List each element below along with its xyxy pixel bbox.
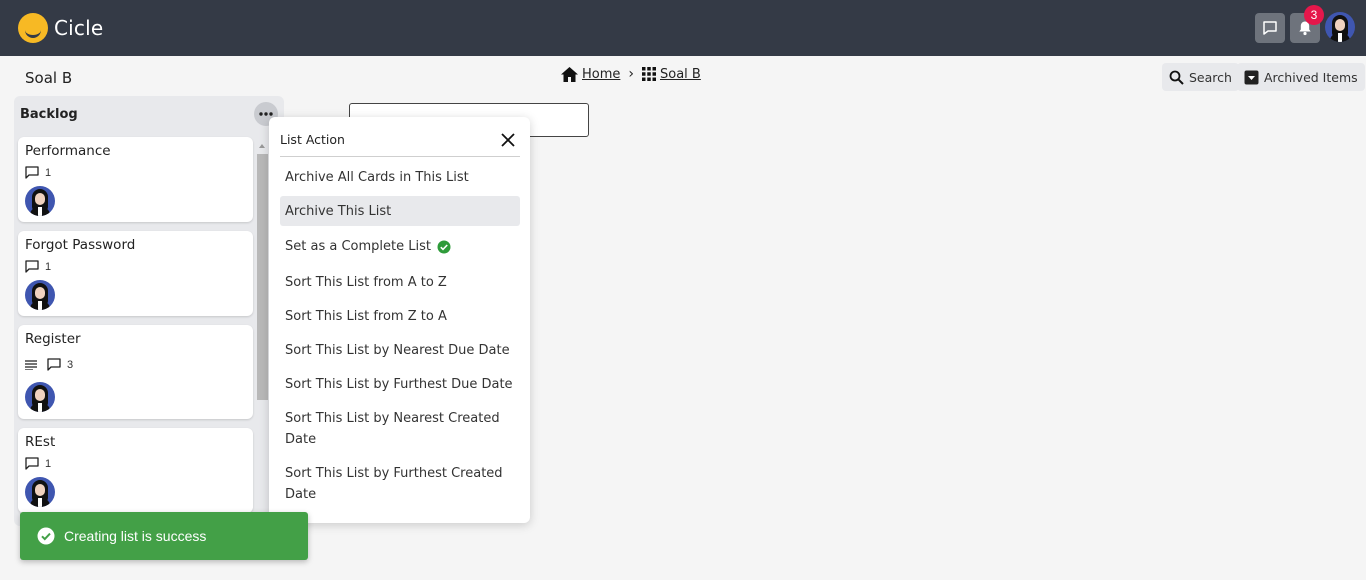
home-icon [561, 66, 578, 82]
menu-item-sort-furthest-created[interactable]: Sort This List by Furthest Created Date [280, 463, 520, 505]
comment-icon [25, 166, 39, 179]
user-avatar[interactable] [1325, 12, 1355, 42]
comment-count: 1 [45, 260, 52, 273]
close-icon [501, 133, 515, 147]
archived-items-label: Archived Items [1264, 69, 1358, 85]
card-avatar[interactable] [25, 382, 55, 412]
list-title: Backlog [20, 107, 78, 122]
avatar [1325, 12, 1355, 42]
app-name: Cicle [54, 16, 104, 40]
comment-icon [47, 358, 61, 371]
menu-item-archive-all-cards[interactable]: Archive All Cards in This List [280, 167, 520, 188]
breadcrumb-home-link[interactable]: Home [582, 67, 620, 82]
breadcrumb-project-link[interactable]: Soal B [660, 67, 701, 82]
notification-badge: 3 [1304, 5, 1324, 25]
card-meta: 1 [25, 457, 51, 470]
comment-icon [25, 260, 39, 273]
menu-item-sort-nearest-due[interactable]: Sort This List by Nearest Due Date [280, 340, 520, 361]
list-scrollbar[interactable] [256, 142, 268, 526]
comment-icon [25, 457, 39, 470]
list-card[interactable]: REst 1 [18, 428, 253, 513]
search-label: Search [1189, 69, 1232, 85]
menu-item-set-complete[interactable]: Set as a Complete List [280, 236, 520, 257]
menu-item-label: Archive All Cards in This List [285, 170, 469, 185]
card-avatar[interactable] [25, 280, 55, 310]
card-title: Forgot Password [25, 237, 136, 253]
menu-item-label: Set as a Complete List [285, 239, 431, 254]
success-toast: Creating list is success [20, 512, 308, 560]
chat-icon [1263, 21, 1277, 35]
menu-item-label: Sort This List by Nearest Created Date [285, 411, 500, 447]
menu-item-sort-z-a[interactable]: Sort This List from Z to A [280, 306, 520, 327]
grid-icon [642, 67, 656, 81]
description-icon [25, 359, 37, 370]
breadcrumb-separator: › [628, 66, 634, 82]
check-circle-icon [437, 240, 451, 254]
card-meta: 1 [25, 260, 51, 273]
check-circle-icon [37, 527, 55, 545]
menu-item-sort-a-z[interactable]: Sort This List from A to Z [280, 272, 520, 293]
comment-count: 1 [45, 166, 52, 179]
scroll-up-arrow-icon[interactable] [259, 144, 265, 148]
comment-count: 3 [67, 358, 74, 371]
search-button[interactable]: Search [1162, 63, 1239, 91]
menu-item-label: Sort This List by Nearest Due Date [285, 343, 510, 358]
menu-item-sort-nearest-created[interactable]: Sort This List by Nearest Created Date [280, 408, 520, 450]
page-title: Soal B [25, 69, 73, 87]
menu-item-label: Sort This List from Z to A [285, 309, 447, 324]
menu-item-label: Sort This List by Furthest Due Date [285, 377, 513, 392]
card-avatar[interactable] [25, 186, 55, 216]
menu-item-label: Sort This List from A to Z [285, 275, 447, 290]
top-bar: Cicle 3 [0, 0, 1366, 56]
card-meta: 1 [25, 166, 51, 179]
search-icon [1169, 70, 1184, 85]
card-title: Register [25, 331, 81, 347]
card-avatar[interactable] [25, 477, 55, 507]
divider [280, 156, 520, 157]
breadcrumb: Home › Soal B [561, 66, 701, 82]
menu-item-label: Archive This List [285, 203, 392, 219]
breadcrumb-project[interactable]: Soal B [642, 67, 701, 82]
menu-item-sort-furthest-due[interactable]: Sort This List by Furthest Due Date [280, 374, 520, 395]
more-horizontal-icon [259, 112, 273, 116]
card-meta: 3 [25, 358, 73, 371]
list-card[interactable]: Forgot Password 1 [18, 231, 253, 316]
app-logo[interactable]: Cicle [18, 13, 103, 43]
menu-item-archive-list[interactable]: Archive This List [280, 196, 520, 226]
scroll-thumb[interactable] [257, 154, 268, 400]
list-card[interactable]: Performance 1 [18, 137, 253, 222]
toast-message: Creating list is success [64, 528, 207, 544]
menu-item-label: Sort This List by Furthest Created Date [285, 466, 503, 502]
card-title: REst [25, 434, 56, 450]
breadcrumb-home[interactable]: Home [561, 66, 620, 82]
chat-button[interactable] [1255, 13, 1285, 43]
popover-title: List Action [280, 132, 345, 147]
list-card[interactable]: Register 3 [18, 325, 253, 419]
comment-count: 1 [45, 457, 52, 470]
card-title: Performance [25, 143, 111, 159]
list-column: Backlog Performance 1 Forgot Password 1 … [14, 96, 284, 526]
close-button[interactable] [498, 130, 518, 150]
archived-items-button[interactable]: Archived Items [1237, 63, 1365, 91]
logo-icon [18, 13, 48, 43]
list-action-popover: List Action Archive All Cards in This Li… [269, 117, 530, 523]
archive-icon [1244, 70, 1259, 84]
